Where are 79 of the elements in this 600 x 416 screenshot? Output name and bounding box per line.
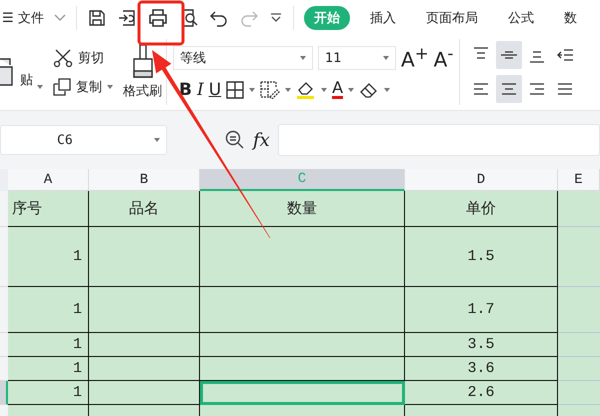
table-cell: 1 bbox=[8, 227, 89, 287]
caret-icon bbox=[107, 85, 113, 89]
fill-color-icon[interactable] bbox=[296, 80, 316, 100]
borders-icon[interactable] bbox=[226, 80, 244, 99]
align-button[interactable] bbox=[496, 41, 522, 69]
table-cell bbox=[558, 227, 600, 287]
export-icon[interactable] bbox=[116, 8, 137, 28]
table-cell: 2.6 bbox=[405, 381, 558, 405]
column-header[interactable]: E bbox=[558, 169, 600, 191]
caret-icon bbox=[285, 88, 292, 92]
caret-icon bbox=[37, 85, 43, 89]
name-box[interactable]: C6 bbox=[0, 125, 167, 155]
table-cell: 单价 bbox=[405, 191, 558, 227]
caret-icon bbox=[300, 56, 306, 60]
table-cell: 数量 bbox=[200, 191, 405, 227]
scissors-icon bbox=[53, 48, 73, 68]
eraser-icon[interactable] bbox=[359, 80, 380, 99]
bold-button[interactable]: B bbox=[179, 80, 192, 100]
align-icon bbox=[556, 47, 574, 63]
table-cell[interactable] bbox=[200, 357, 405, 381]
caret-icon bbox=[321, 88, 328, 92]
zoom-icon[interactable] bbox=[225, 130, 245, 150]
ribbon-tab[interactable]: 数 bbox=[554, 6, 587, 30]
align-button[interactable] bbox=[496, 75, 522, 103]
column-header[interactable]: B bbox=[89, 169, 200, 191]
align-icon bbox=[472, 81, 490, 97]
copy-icon bbox=[53, 78, 71, 96]
table-cell[interactable] bbox=[200, 333, 405, 357]
save-icon[interactable] bbox=[86, 8, 107, 28]
caret-icon bbox=[154, 138, 160, 142]
caret-icon bbox=[348, 88, 354, 92]
font-name-field[interactable]: 等线 bbox=[173, 46, 313, 70]
caret-icon bbox=[384, 88, 390, 92]
table-cell[interactable] bbox=[200, 227, 405, 287]
table-cell: 3.6 bbox=[405, 357, 558, 381]
brush-icon bbox=[130, 44, 154, 78]
align-icon bbox=[528, 81, 546, 97]
ribbon-tab[interactable]: 插入 bbox=[360, 6, 406, 30]
ribbon-tab[interactable]: 页面布局 bbox=[416, 6, 488, 30]
align-icon bbox=[556, 81, 574, 97]
underline-button[interactable]: U bbox=[208, 80, 222, 100]
chevron-down-icon bbox=[54, 14, 66, 22]
paste-label[interactable]: 贴 bbox=[20, 71, 33, 89]
column-header[interactable]: A bbox=[8, 169, 89, 191]
cut-button[interactable]: 剪切 bbox=[78, 49, 104, 67]
function-button[interactable]: fx bbox=[253, 130, 270, 150]
table-cell[interactable] bbox=[200, 381, 405, 405]
table-cell bbox=[558, 287, 600, 333]
table-cell: 1 bbox=[8, 287, 89, 333]
file-menu[interactable]: ☰ 文件 bbox=[2, 9, 44, 27]
table-cell: 1 bbox=[8, 381, 89, 405]
table-cell bbox=[558, 357, 600, 381]
table-cell bbox=[558, 381, 600, 405]
increase-font-button[interactable]: A$^{+}$ bbox=[401, 44, 429, 72]
table-cell: 序号 bbox=[8, 191, 89, 227]
caret-icon bbox=[383, 56, 389, 60]
highlight-frame bbox=[138, 0, 184, 46]
font-size-field[interactable]: 11 bbox=[318, 46, 396, 70]
align-icon bbox=[500, 81, 518, 97]
format-painter-button[interactable]: 格式刷 bbox=[123, 82, 162, 100]
table-cell bbox=[558, 191, 600, 227]
table-cell: 1 bbox=[8, 357, 89, 381]
table-cell: 1.5 bbox=[405, 227, 558, 287]
table-cell bbox=[558, 333, 600, 357]
print-icon[interactable] bbox=[146, 8, 169, 28]
ribbon-tab[interactable]: 公式 bbox=[498, 6, 544, 30]
table-cell: 3.5 bbox=[405, 333, 558, 357]
table-cell: 1 bbox=[8, 333, 89, 357]
italic-button[interactable]: I bbox=[196, 80, 204, 100]
column-header[interactable]: D bbox=[405, 169, 558, 191]
table-cell: 品名 bbox=[89, 191, 200, 227]
font-color-button[interactable]: A bbox=[332, 80, 344, 100]
caret-icon bbox=[249, 88, 256, 92]
formula-input[interactable] bbox=[278, 124, 600, 156]
decrease-font-button[interactable]: A$^{-}$ bbox=[434, 44, 454, 72]
table-cell[interactable] bbox=[200, 287, 405, 333]
cell-style-icon[interactable] bbox=[260, 80, 280, 99]
copy-button[interactable]: 复制 bbox=[76, 78, 102, 96]
table-cell: 1.7 bbox=[405, 287, 558, 333]
